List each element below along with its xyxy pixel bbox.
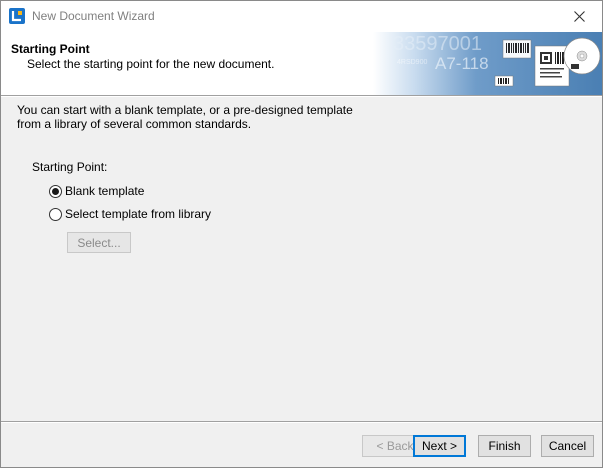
banner-code: A7-118 bbox=[435, 54, 489, 73]
app-logo-icon bbox=[9, 8, 25, 24]
intro-text: You can start with a blank template, or … bbox=[17, 103, 437, 131]
banner-label-1 bbox=[502, 39, 532, 59]
radio-template-library-label[interactable]: Select template from library bbox=[65, 207, 211, 221]
banner-small-text: 4RSD900 bbox=[397, 59, 427, 66]
wizard-window: New Document Wizard Starting Point Selec… bbox=[0, 0, 603, 468]
title-bar: New Document Wizard bbox=[1, 1, 602, 32]
banner-label-2 bbox=[534, 45, 570, 87]
intro-line-2: from a library of several common standar… bbox=[17, 117, 252, 131]
wizard-header: Starting Point Select the starting point… bbox=[1, 32, 602, 95]
intro-line-1: You can start with a blank template, or … bbox=[17, 103, 353, 117]
page-title: Starting Point bbox=[11, 42, 90, 56]
close-icon bbox=[574, 11, 585, 22]
page-subtitle: Select the starting point for the new do… bbox=[27, 57, 275, 71]
header-separator-highlight bbox=[1, 96, 602, 97]
cancel-button[interactable]: Cancel bbox=[541, 435, 594, 457]
header-banner-image: 33597001 A7-118 4RSD900 bbox=[373, 32, 602, 95]
next-button[interactable]: Next > bbox=[413, 435, 466, 457]
starting-point-label: Starting Point: bbox=[32, 160, 108, 174]
close-button[interactable] bbox=[557, 1, 602, 32]
radio-button-unselected[interactable] bbox=[49, 207, 62, 221]
banner-cd-disc bbox=[563, 37, 601, 75]
select-template-button[interactable]: Select... bbox=[67, 232, 131, 253]
banner-big-number: 33597001 bbox=[393, 33, 482, 55]
radio-blank-template[interactable]: Blank template bbox=[49, 184, 144, 198]
finish-button[interactable]: Finish bbox=[478, 435, 531, 457]
footer-separator-highlight bbox=[1, 422, 602, 423]
radio-blank-template-label[interactable]: Blank template bbox=[65, 184, 144, 198]
window-title: New Document Wizard bbox=[32, 9, 155, 23]
banner-small-label bbox=[494, 75, 514, 87]
radio-button-selected[interactable] bbox=[49, 184, 62, 198]
radio-template-library[interactable]: Select template from library bbox=[49, 207, 211, 221]
